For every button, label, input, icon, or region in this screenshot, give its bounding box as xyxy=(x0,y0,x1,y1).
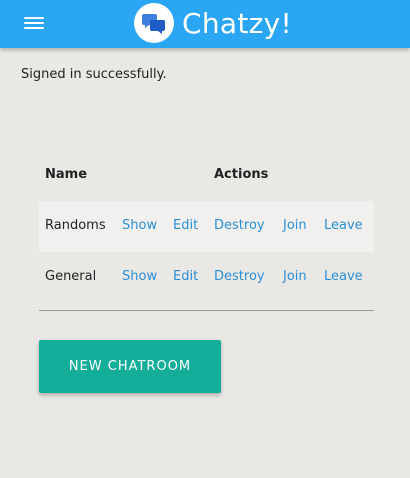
brand-name: Chatzy! xyxy=(182,6,293,40)
new-chatroom-button[interactable]: NEW CHATROOM xyxy=(39,340,221,393)
flash-message: Signed in successfully. xyxy=(21,67,167,82)
leave-link[interactable]: Leave xyxy=(324,218,363,233)
table-row: General Show Edit Destroy Join Leave xyxy=(39,252,374,303)
join-link[interactable]: Join xyxy=(283,269,307,284)
name-column-header: Name xyxy=(45,167,88,182)
actions-column-header: Actions xyxy=(214,167,269,182)
hamburger-icon[interactable] xyxy=(24,14,44,32)
chatrooms-table: Name Actions Randoms Show Edit Destroy J… xyxy=(39,150,374,303)
hamburger-line xyxy=(24,27,44,29)
table-divider xyxy=(39,310,374,311)
leave-link[interactable]: Leave xyxy=(324,269,363,284)
top-navbar: Chatzy! xyxy=(0,0,410,48)
hamburger-line xyxy=(24,17,44,19)
destroy-link[interactable]: Destroy xyxy=(214,269,265,284)
hamburger-line xyxy=(24,22,44,24)
chat-bubbles-icon xyxy=(134,3,174,43)
brand-link[interactable]: Chatzy! xyxy=(134,2,292,44)
chatroom-name: General xyxy=(45,269,97,284)
show-link[interactable]: Show xyxy=(122,218,157,233)
edit-link[interactable]: Edit xyxy=(173,269,198,284)
join-link[interactable]: Join xyxy=(283,218,307,233)
table-row: Randoms Show Edit Destroy Join Leave xyxy=(39,201,374,252)
chatroom-name: Randoms xyxy=(45,218,106,233)
destroy-link[interactable]: Destroy xyxy=(214,218,265,233)
show-link[interactable]: Show xyxy=(122,269,157,284)
edit-link[interactable]: Edit xyxy=(173,218,198,233)
table-header: Name Actions xyxy=(39,150,374,201)
